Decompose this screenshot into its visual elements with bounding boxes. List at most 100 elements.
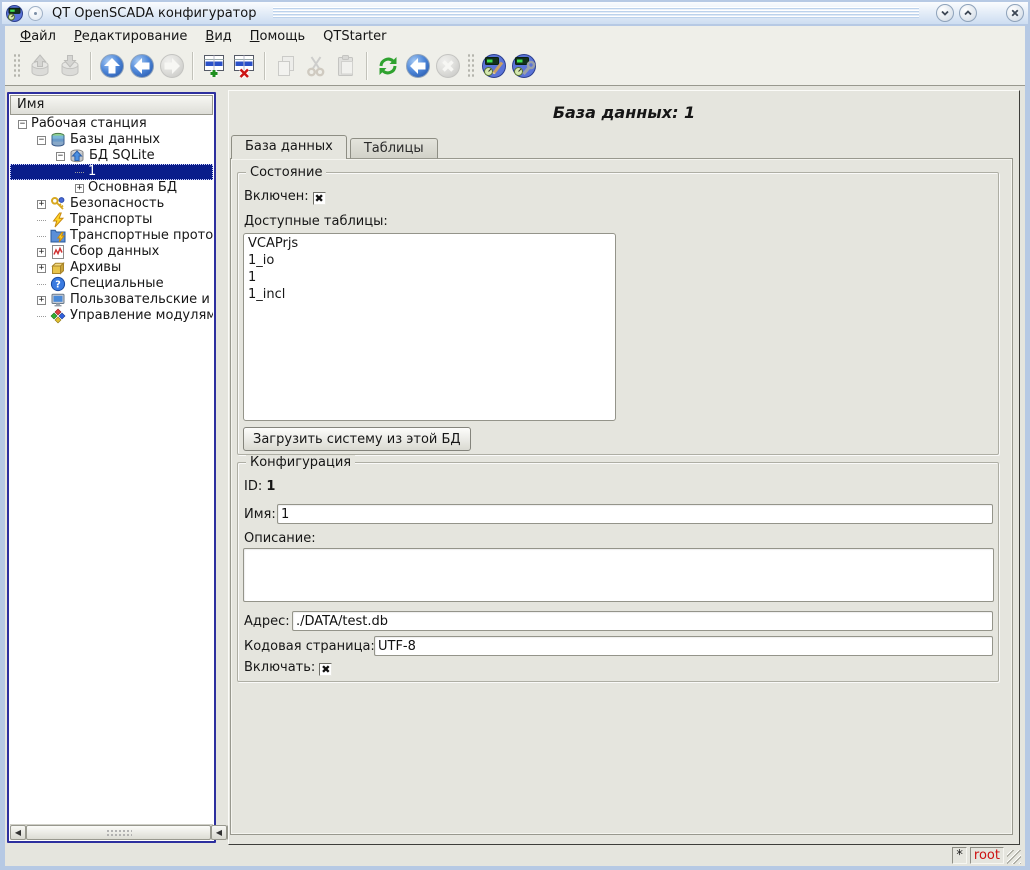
codepage-input[interactable] — [374, 636, 993, 656]
cut-icon — [303, 53, 329, 79]
tree-item-db-main[interactable]: +Основная БД — [10, 180, 213, 196]
enable-checkbox[interactable]: ✖ — [319, 663, 332, 676]
address-input[interactable] — [292, 611, 993, 631]
collapse-toggle-icon[interactable]: − — [56, 152, 65, 161]
db-load-icon — [27, 53, 53, 79]
tree-item-security[interactable]: +Безопасность — [10, 196, 213, 212]
refresh-button[interactable] — [373, 51, 403, 81]
tree-item-user-interfaces[interactable]: +Пользовательские и — [10, 292, 213, 308]
expand-toggle-icon[interactable]: + — [37, 264, 46, 273]
enable-row: Включать:✖ — [244, 660, 332, 676]
up-button[interactable] — [97, 51, 127, 81]
collapse-toggle-icon[interactable]: − — [18, 120, 27, 129]
tree-item-workstation[interactable]: −Рабочая станция — [10, 116, 213, 132]
transports-icon — [50, 212, 66, 228]
menu-help[interactable]: Помощь — [241, 27, 314, 46]
menu-file[interactable]: Файл — [11, 27, 65, 46]
load-system-button[interactable]: Загрузить систему из этой БД — [243, 427, 471, 451]
tree-item-specials[interactable]: ?Специальные — [10, 276, 213, 292]
scrollbar-thumb[interactable] — [26, 825, 211, 840]
qtstarter-vision-button[interactable] — [479, 51, 509, 81]
copy-item-button — [271, 51, 301, 81]
tree-horizontal-scrollbar[interactable]: ◀ ◀ ▶ — [10, 824, 213, 840]
sticky-button[interactable] — [28, 6, 43, 21]
scroll-left-button-secondary[interactable]: ◀ — [211, 825, 227, 840]
load-from-db-button — [25, 51, 55, 81]
minimize-button[interactable] — [936, 4, 954, 22]
tree-indent — [10, 204, 33, 205]
tree-item-archives[interactable]: + Архивы — [10, 260, 213, 276]
resize-grip[interactable] — [1007, 850, 1021, 864]
tree-item-label: Транспортные прото — [70, 228, 213, 244]
sqlite-db-icon — [69, 148, 85, 164]
tree-item-bd-sqlite[interactable]: − БД SQLite — [10, 148, 213, 164]
menu-qtstarter[interactable]: QTStarter — [314, 27, 395, 46]
available-tables-list[interactable]: VCAPrjs1_io11_incl — [243, 233, 616, 421]
tree-item-module-management[interactable]: Управление модулям — [10, 308, 213, 324]
db-save-icon — [57, 53, 83, 79]
tree-indent — [10, 316, 33, 317]
enabled-checkbox[interactable]: ✖ — [313, 192, 326, 205]
id-label: ID: — [244, 479, 262, 494]
tree-item-label: Базы данных — [70, 132, 162, 148]
tree-header-name-column[interactable]: Имя — [10, 95, 213, 115]
copy-icon — [273, 53, 299, 79]
tree-item-transport-protocols[interactable]: Транспортные прото — [10, 228, 213, 244]
tree-item-label: БД SQLite — [89, 148, 157, 164]
app-window: QT OpenSCADA конфигуратор ФайлРедактиров… — [0, 0, 1030, 870]
table-list-item[interactable]: VCAPrjs — [248, 235, 611, 252]
expand-toggle-icon[interactable]: + — [37, 296, 46, 305]
tree-item-label: 1 — [88, 164, 98, 180]
collapse-toggle-icon[interactable]: − — [37, 136, 46, 145]
delete-item-button[interactable] — [229, 51, 259, 81]
tree-item-data-acquisition[interactable]: +Сбор данных — [10, 244, 213, 260]
description-textarea[interactable] — [243, 548, 994, 602]
stop-icon — [435, 53, 461, 79]
tree-item-db-1[interactable]: 1 — [10, 164, 213, 180]
toolbar-handle[interactable] — [13, 53, 21, 79]
tree-connector — [37, 220, 46, 221]
back-button[interactable] — [127, 51, 157, 81]
qts-vision-icon — [481, 53, 507, 79]
scroll-left-button[interactable]: ◀ — [10, 825, 26, 840]
expand-toggle-icon[interactable]: + — [37, 200, 46, 209]
maximize-button[interactable] — [959, 4, 977, 22]
tree-item-transports[interactable]: Транспорты — [10, 212, 213, 228]
config-group-title: Конфигурация — [246, 455, 355, 470]
toolbar-handle[interactable] — [467, 53, 475, 79]
tree-item-label: Архивы — [70, 260, 123, 276]
tree-indent — [10, 220, 33, 221]
add-item-button[interactable] — [199, 51, 229, 81]
modified-indicator: * — [952, 847, 967, 864]
item-add-icon — [201, 53, 227, 79]
menu-edit[interactable]: Редактирование — [65, 27, 196, 46]
tab-database[interactable]: База данных — [231, 135, 347, 159]
expand-toggle-icon[interactable]: + — [75, 184, 84, 193]
qtstarter-config-button[interactable] — [509, 51, 539, 81]
close-button[interactable] — [1006, 4, 1024, 22]
table-list-item[interactable]: 1_incl — [248, 286, 611, 303]
config-groupbox: Конфигурация ID: 1 Имя: Описание: Адрес:… — [237, 462, 999, 682]
nav-up-icon — [99, 53, 125, 79]
table-list-item[interactable]: 1_io — [248, 252, 611, 269]
window-title: QT OpenSCADA конфигуратор — [48, 6, 256, 21]
tree-indent — [10, 268, 33, 269]
id-row: ID: 1 — [244, 479, 275, 494]
name-input[interactable] — [277, 504, 993, 524]
tree-item-label: Управление модулям — [70, 308, 213, 324]
expand-toggle-icon[interactable]: + — [37, 248, 46, 257]
table-list-item[interactable]: 1 — [248, 269, 611, 286]
tree-item-label: Рабочая станция — [31, 116, 149, 132]
tab-tables[interactable]: Таблицы — [350, 138, 438, 159]
toolbar-separator — [366, 52, 368, 80]
menu-view[interactable]: Вид — [196, 27, 240, 46]
tree-connector — [37, 284, 46, 285]
titlebar[interactable]: QT OpenSCADA конфигуратор — [2, 2, 1028, 24]
description-label: Описание: — [244, 531, 316, 546]
paste-item-button — [331, 51, 361, 81]
tree-item-databases[interactable]: − Базы данных — [10, 132, 213, 148]
tree-connector — [37, 236, 46, 237]
start-icon — [405, 53, 431, 79]
state-group-title: Состояние — [246, 165, 326, 180]
start-button[interactable] — [403, 51, 433, 81]
